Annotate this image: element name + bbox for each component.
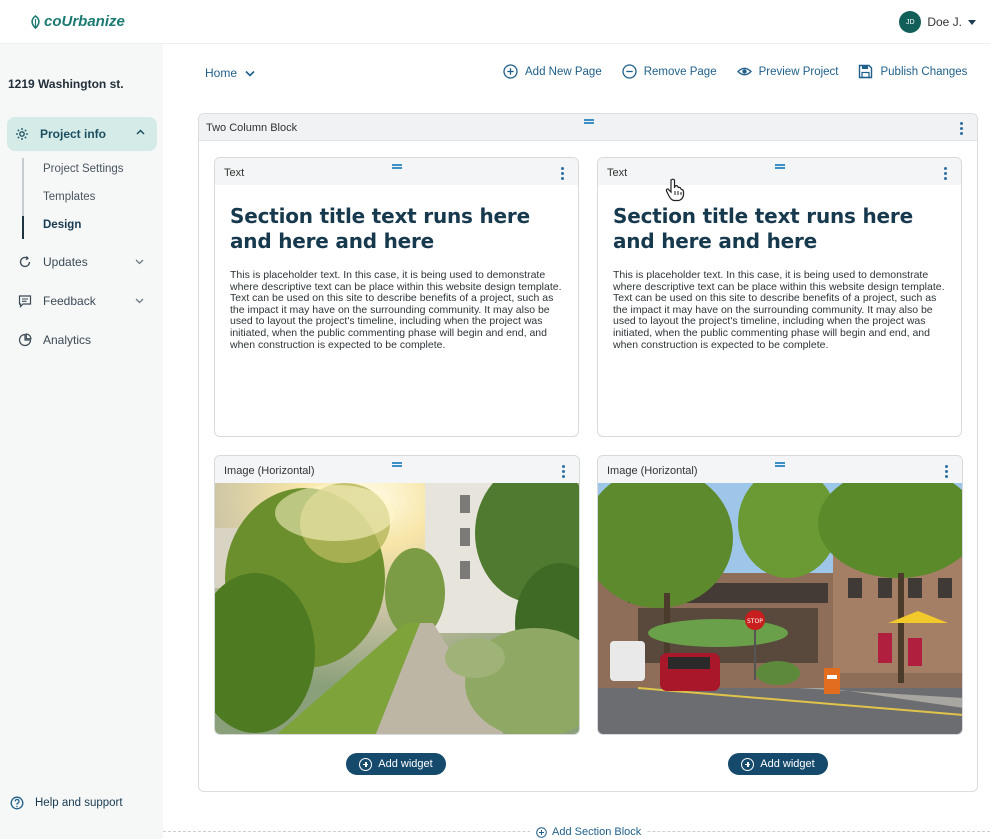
- text-widget-right[interactable]: Text Section title text runs here and he…: [597, 157, 962, 437]
- add-widget-label: Add widget: [760, 758, 815, 770]
- top-bar: coUrbanize JD Doe J.: [0, 0, 990, 44]
- chevron-down-icon: [245, 70, 255, 77]
- section-body-text[interactable]: This is placeholder text. In this case, …: [230, 269, 564, 351]
- save-icon: [859, 64, 873, 79]
- more-options-icon[interactable]: [945, 465, 948, 478]
- remove-page-label: Remove Page: [643, 65, 717, 78]
- sidebar-item-analytics[interactable]: Analytics: [18, 333, 91, 347]
- more-options-icon[interactable]: [960, 122, 963, 135]
- logo-text: coUrbanize: [44, 13, 125, 30]
- add-section-block-button[interactable]: Add Section Block: [530, 826, 648, 838]
- sidebar-item-design[interactable]: Design: [43, 219, 81, 231]
- more-options-icon[interactable]: [562, 465, 565, 478]
- section-title[interactable]: Section title text runs here and here an…: [230, 204, 564, 254]
- section-title[interactable]: Section title text runs here and here an…: [613, 204, 947, 254]
- pie-chart-icon: [18, 333, 32, 347]
- sidebar-item-updates[interactable]: Updates: [18, 255, 144, 269]
- plus-circle-icon: [359, 757, 373, 771]
- sidebar-item-feedback[interactable]: Feedback: [18, 294, 144, 308]
- block-header: Two Column Block: [199, 114, 977, 141]
- widget-type-label: Image (Horizontal): [607, 465, 698, 477]
- image-widget-left[interactable]: Image (Horizontal): [214, 455, 580, 735]
- widget-type-label: Image (Horizontal): [224, 465, 315, 477]
- main-street-photo: STOP: [598, 483, 962, 734]
- sidebar: 1219 Washington st. Project info Project…: [0, 44, 163, 839]
- leaf-icon: [31, 14, 40, 29]
- widget-header: Text: [598, 158, 961, 185]
- drag-handle-icon[interactable]: [584, 119, 594, 124]
- widget-header: Image (Horizontal): [215, 456, 579, 483]
- sidebar-item-label: Project info: [40, 127, 107, 141]
- park-path-photo: [215, 483, 579, 734]
- chevron-down-icon: [135, 259, 144, 265]
- project-name: 1219 Washington st.: [8, 77, 124, 91]
- add-widget-button-right[interactable]: Add widget: [728, 753, 828, 775]
- page-actions: Add New Page Remove Page Preview Project…: [503, 64, 967, 79]
- plus-circle-icon: [536, 826, 547, 838]
- sidebar-item-project-info[interactable]: Project info: [7, 117, 157, 151]
- chevron-down-icon: [135, 298, 144, 304]
- plus-circle-icon: [503, 64, 518, 79]
- widget-type-label: Text: [607, 167, 628, 179]
- section-body-text[interactable]: This is placeholder text. In this case, …: [613, 269, 947, 351]
- text-widget-left[interactable]: Text Section title text runs here and he…: [214, 157, 579, 437]
- more-options-icon[interactable]: [944, 167, 947, 180]
- drag-handle-icon[interactable]: [392, 164, 402, 169]
- preview-project-button[interactable]: Preview Project: [736, 64, 839, 79]
- widget-header: Image (Horizontal): [598, 456, 962, 483]
- subnav-active-indicator: [22, 216, 24, 239]
- block-title: Two Column Block: [206, 122, 298, 134]
- chevron-up-icon: [136, 129, 145, 135]
- more-options-icon[interactable]: [561, 167, 564, 180]
- app-logo[interactable]: coUrbanize: [30, 13, 125, 30]
- stop-sign-text: STOP: [747, 618, 763, 625]
- caret-down-icon: [968, 19, 976, 25]
- help-label: Help and support: [35, 797, 123, 809]
- comment-icon: [18, 295, 32, 308]
- add-widget-button-left[interactable]: Add widget: [346, 753, 446, 775]
- hand-cursor-icon: [665, 178, 685, 202]
- plus-circle-icon: [741, 757, 755, 771]
- help-icon: [10, 796, 24, 810]
- widget-type-label: Text: [224, 167, 245, 179]
- publish-changes-button[interactable]: Publish Changes: [858, 64, 967, 79]
- sidebar-item-label: Analytics: [43, 333, 92, 347]
- image-widget-right[interactable]: Image (Horizontal) STOP: [597, 455, 963, 735]
- page-select-dropdown[interactable]: Home: [205, 66, 255, 80]
- add-new-page-label: Add New Page: [525, 65, 602, 78]
- eye-icon: [736, 67, 752, 76]
- preview-project-label: Preview Project: [758, 65, 839, 78]
- remove-page-button[interactable]: Remove Page: [622, 64, 717, 79]
- user-name: Doe J.: [927, 15, 962, 29]
- minus-circle-icon: [622, 64, 637, 79]
- two-column-block: Two Column Block Text Section title text…: [198, 113, 978, 792]
- gear-icon: [16, 128, 28, 140]
- avatar: JD: [899, 11, 922, 33]
- widget-header: Text: [215, 158, 578, 185]
- add-section-block-label: Add Section Block: [552, 826, 642, 838]
- refresh-icon: [19, 256, 31, 268]
- page-select-value: Home: [205, 66, 238, 80]
- sidebar-item-project-settings[interactable]: Project Settings: [43, 163, 124, 175]
- publish-changes-label: Publish Changes: [880, 65, 968, 78]
- add-widget-label: Add widget: [378, 758, 433, 770]
- drag-handle-icon[interactable]: [775, 164, 785, 169]
- help-and-support-link[interactable]: Help and support: [10, 796, 123, 810]
- drag-handle-icon[interactable]: [775, 462, 785, 467]
- drag-handle-icon[interactable]: [392, 462, 402, 467]
- sidebar-item-label: Updates: [43, 255, 88, 269]
- user-menu[interactable]: JD Doe J.: [899, 11, 976, 33]
- add-new-page-button[interactable]: Add New Page: [503, 64, 602, 79]
- sidebar-item-label: Feedback: [43, 294, 96, 308]
- sidebar-item-templates[interactable]: Templates: [43, 191, 95, 203]
